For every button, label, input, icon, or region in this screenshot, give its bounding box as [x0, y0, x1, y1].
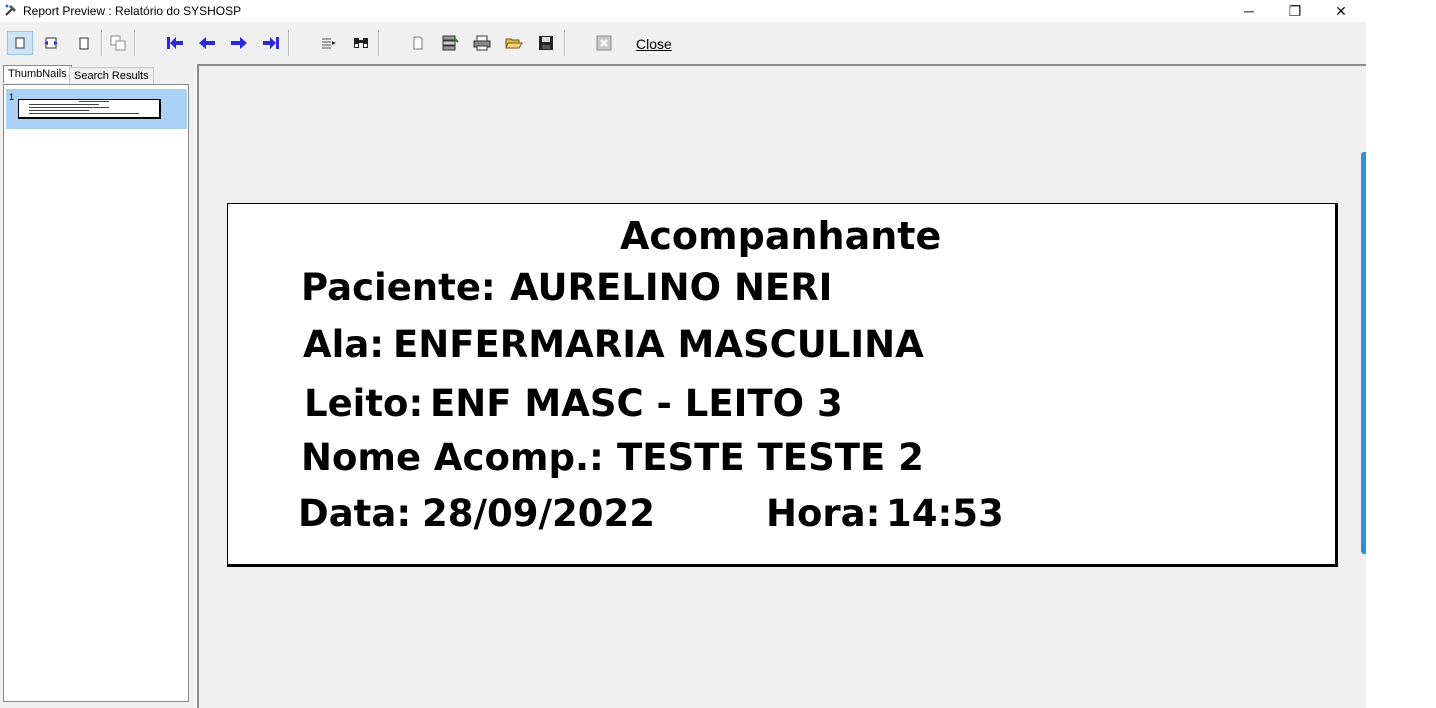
acompanhante-label: Nome Acomp.: — [301, 436, 604, 479]
two-page-icon — [44, 37, 58, 49]
paciente-value: AURELINO NERI — [510, 266, 833, 309]
exit-icon — [596, 35, 612, 51]
toolbar: Close — [0, 22, 1366, 64]
title-bar: Report Preview : Relatório do SYSHOSP ─ … — [0, 0, 1366, 22]
save-button[interactable] — [533, 31, 559, 55]
toolbar-separator — [101, 30, 103, 56]
single-page-icon — [15, 37, 25, 49]
app-icon — [5, 4, 16, 16]
save-icon — [539, 36, 553, 50]
toolbar-separator — [134, 30, 136, 56]
ala-label: Ala: — [303, 323, 385, 366]
next-page-button[interactable] — [226, 31, 252, 55]
exit-button[interactable] — [591, 31, 617, 55]
blank-page-icon — [413, 36, 423, 50]
previous-page-button[interactable] — [194, 31, 220, 55]
thumbnail-panel: ThumbNails Search Results 1 — [0, 64, 196, 708]
hora-label: Hora: — [766, 492, 881, 535]
last-page-button[interactable] — [258, 31, 284, 55]
paciente-label: Paciente: — [301, 266, 496, 309]
report-page: Acompanhante Paciente: AURELINO NERI Ala… — [227, 203, 1338, 567]
close-label: Close — [636, 36, 672, 52]
first-page-button[interactable] — [162, 31, 188, 55]
restore-button[interactable]: ❐ — [1272, 0, 1318, 22]
page-list-icon — [322, 38, 336, 49]
vertical-scrollbar[interactable] — [1361, 152, 1366, 554]
acompanhante-value: TESTE TESTE 2 — [617, 436, 924, 479]
last-page-icon — [263, 37, 279, 49]
copy-icon — [110, 35, 126, 51]
page-width-icon — [79, 37, 89, 50]
export-icon — [442, 35, 459, 51]
previous-page-icon — [199, 37, 215, 49]
print-icon — [473, 35, 491, 51]
report-title: Acompanhante — [620, 214, 942, 258]
hora-value: 14:53 — [886, 492, 1004, 535]
close-button[interactable]: Close — [636, 36, 672, 52]
toolbar-separator — [564, 30, 566, 56]
data-label: Data: — [298, 492, 412, 535]
find-button[interactable] — [348, 31, 374, 55]
export-button[interactable] — [437, 31, 463, 55]
window-title: Report Preview : Relatório do SYSHOSP — [23, 4, 242, 18]
open-button[interactable] — [501, 31, 527, 55]
leito-value: ENF MASC - LEITO 3 — [430, 382, 843, 425]
two-page-button[interactable] — [38, 31, 64, 55]
page-list-button[interactable] — [316, 31, 342, 55]
first-page-icon — [167, 37, 183, 49]
thumbnail-item[interactable]: 1 — [6, 89, 187, 129]
next-page-icon — [231, 37, 247, 49]
tab-thumbnails[interactable]: ThumbNails — [3, 65, 72, 83]
copy-button[interactable] — [105, 31, 131, 55]
toolbar-separator — [288, 30, 290, 56]
ala-value: ENFERMARIA MASCULINA — [393, 323, 924, 366]
data-value: 28/09/2022 — [422, 492, 655, 535]
single-page-button[interactable] — [7, 31, 33, 55]
open-icon — [505, 38, 523, 49]
window-close-button[interactable]: ✕ — [1318, 0, 1364, 22]
thumbnail-list[interactable]: 1 — [3, 84, 189, 702]
tab-search-results[interactable]: Search Results — [69, 67, 154, 84]
page-width-button[interactable] — [71, 31, 97, 55]
print-button[interactable] — [469, 31, 495, 55]
leito-label: Leito: — [304, 382, 424, 425]
minimize-button[interactable]: ─ — [1226, 0, 1272, 22]
thumbnail-number: 1 — [9, 92, 15, 102]
find-icon — [354, 38, 368, 48]
thumbnail-page-preview — [18, 99, 161, 119]
toolbar-separator — [378, 30, 380, 56]
blank-page-button[interactable] — [405, 31, 431, 55]
